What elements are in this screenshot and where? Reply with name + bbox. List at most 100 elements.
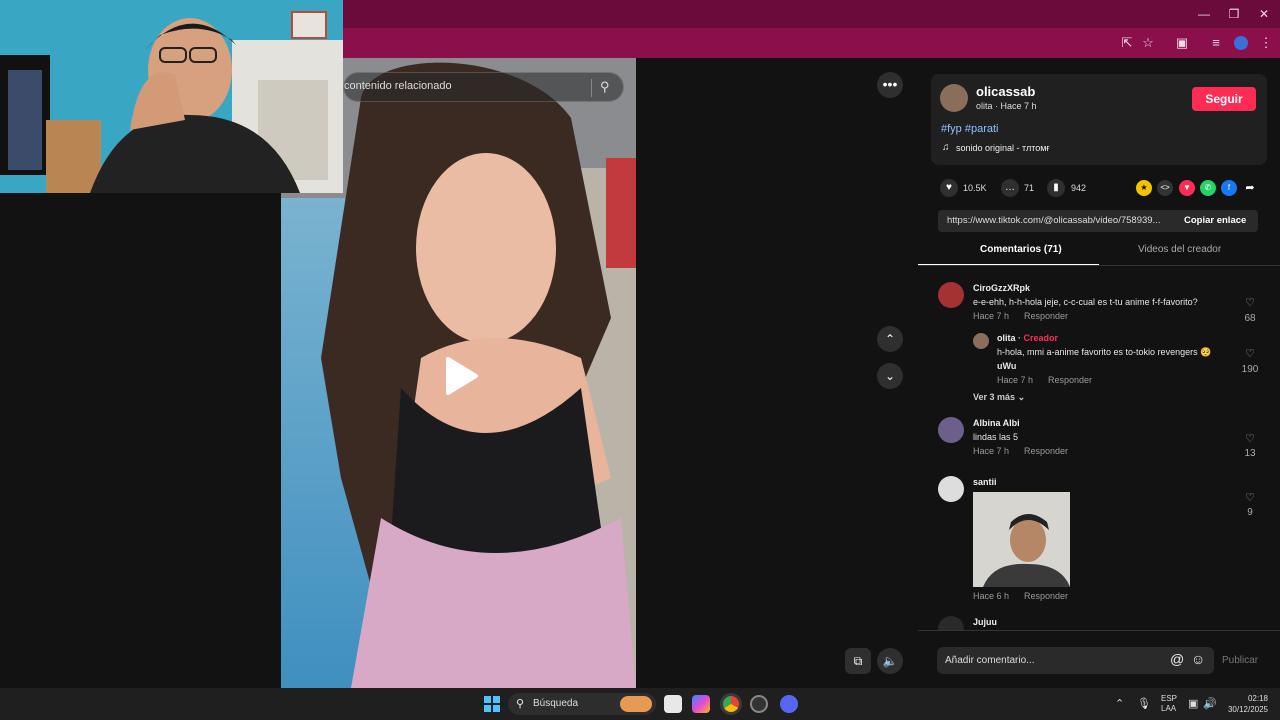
follow-button[interactable]: Seguir	[1192, 87, 1256, 111]
network-icon[interactable]: ▣	[1188, 697, 1198, 710]
comment-avatar[interactable]	[938, 417, 964, 443]
hashtags[interactable]: #fyp #parati	[941, 123, 998, 135]
taskbar-search-label[interactable]: Búsqueda	[533, 698, 578, 709]
share-arrow-icon[interactable]: ➦	[1242, 180, 1258, 196]
facebook-icon[interactable]: f	[1221, 180, 1237, 196]
extensions-icon[interactable]: ▣	[1172, 33, 1192, 53]
reply-reply-button[interactable]: Responder	[1048, 375, 1092, 385]
restore-icon[interactable]: ❐	[1225, 6, 1243, 22]
creator-badge: Creador	[1023, 333, 1059, 343]
minimize-icon[interactable]: —	[1195, 6, 1213, 22]
bookmark-icon[interactable]: ▮	[1047, 179, 1065, 197]
reply-button[interactable]: Responder	[1024, 446, 1068, 456]
embed-code-icon[interactable]: <>	[1157, 180, 1173, 196]
copy-link-button[interactable]: Copiar enlace	[1184, 215, 1246, 226]
emoji-icon[interactable]: ☺	[1191, 651, 1205, 667]
comment-text: e-e-ehh, h-h-hola jeje, c-c-cual es t-tu…	[973, 297, 1198, 307]
speaker-icon[interactable]: 🔊	[1203, 697, 1217, 710]
comment-like-count: 68	[1244, 313, 1256, 324]
comment-like-icon[interactable]: ♡	[1240, 432, 1260, 445]
tab-creator-videos[interactable]: Videos del creador	[1138, 244, 1221, 255]
sound-name[interactable]: sonido original - тлтомғ	[956, 143, 1050, 153]
reply-like-icon[interactable]: ♡	[1240, 347, 1260, 360]
webcam-image	[0, 0, 343, 193]
reply-user[interactable]: olita	[997, 333, 1016, 343]
media-control-icon[interactable]: ≡	[1206, 33, 1226, 53]
reply-text-line1: h-hola, mmi a-anime favorito es to-tokio…	[997, 347, 1212, 357]
author-subline: olita · Hace 7 h	[976, 101, 1037, 111]
send-to-friends-icon[interactable]: ▼	[1179, 180, 1195, 196]
comment-avatar[interactable]	[938, 282, 964, 308]
clock[interactable]: 02:18 30/12/2025	[1226, 693, 1268, 715]
save-count: 942	[1071, 183, 1087, 193]
related-search-input[interactable]: contenido relacionado	[344, 80, 452, 92]
comment-count: 71	[1024, 183, 1035, 193]
comment-username[interactable]: CiroGzzXRpk	[973, 283, 1030, 293]
comment-like-count: 13	[1244, 448, 1256, 459]
next-video-chevron-down-icon[interactable]: ⌄	[877, 363, 903, 389]
copilot-icon[interactable]	[692, 695, 710, 713]
comment-username[interactable]: santii	[973, 477, 997, 487]
comment-username[interactable]: Albina Albi	[973, 418, 1020, 428]
input-divider	[918, 630, 1280, 631]
comment-time: Hace 7 h	[973, 311, 1010, 321]
clock-time: 02:18	[1247, 694, 1268, 703]
repost-icon[interactable]: ★	[1136, 180, 1152, 196]
language-indicator[interactable]: ESP LAA	[1161, 694, 1177, 714]
reply-username[interactable]: olita · Creador	[997, 333, 1058, 343]
chevron-down-icon: ⌄	[1017, 392, 1026, 402]
comment-bubble-icon[interactable]: …	[1001, 179, 1019, 197]
comment-username[interactable]: Jujuu	[973, 617, 997, 629]
play-icon[interactable]	[442, 355, 480, 397]
more-options-icon[interactable]: •••	[877, 72, 903, 98]
discord-icon[interactable]	[780, 695, 798, 713]
previous-video-chevron-up-icon[interactable]: ⌃	[877, 326, 903, 352]
like-heart-icon[interactable]: ♥	[940, 179, 958, 197]
author-avatar[interactable]	[940, 84, 968, 112]
microphone-icon[interactable]: 🎙	[1137, 697, 1151, 710]
comment-text: lindas las 5	[973, 432, 1019, 442]
task-view-icon[interactable]	[664, 695, 682, 713]
search-icon[interactable]: ⚲	[600, 79, 610, 95]
reply-avatar[interactable]	[973, 333, 989, 349]
reply-button[interactable]: Responder	[1024, 311, 1068, 321]
related-search-bar[interactable]: contenido relacionado ⚲	[343, 72, 624, 102]
view-more-replies[interactable]: Ver 3 más ⌄	[973, 392, 1025, 403]
browser-menu-icon[interactable]: ⋮	[1256, 33, 1276, 53]
picture-in-picture-icon[interactable]: ⧉	[845, 648, 871, 674]
mention-icon[interactable]: @	[1170, 651, 1184, 667]
reply-button[interactable]: Responder	[1024, 591, 1068, 601]
reply-like-count: 190	[1241, 364, 1259, 375]
view-more-label[interactable]: Ver 3 más	[973, 392, 1015, 402]
comment-avatar[interactable]	[938, 476, 964, 502]
profile-avatar-icon[interactable]	[1231, 33, 1251, 53]
tray-chevron-up-icon[interactable]: ⌃	[1115, 697, 1124, 710]
volume-icon[interactable]: 🔈	[877, 648, 903, 674]
taskbar-search[interactable]: ⚲ Búsqueda	[508, 693, 656, 715]
language-line2: LAA	[1161, 704, 1177, 713]
author-username[interactable]: olicassab	[976, 84, 1035, 99]
clock-date: 30/12/2025	[1227, 705, 1268, 714]
clock-app-icon[interactable]	[750, 695, 768, 713]
comment-like-icon[interactable]: ♡	[1240, 491, 1260, 504]
comment-image[interactable]	[973, 492, 1070, 587]
music-note-icon: ♫	[942, 142, 950, 153]
whatsapp-icon[interactable]: ✆	[1200, 180, 1216, 196]
comment-like-icon[interactable]: ♡	[1240, 296, 1260, 309]
comment-input[interactable]: Añadir comentario...	[945, 655, 1035, 666]
language-line1: ESP	[1161, 694, 1178, 703]
search-icon: ⚲	[516, 698, 525, 710]
comment-input-box[interactable]: Añadir comentario... @ ☺	[937, 647, 1214, 674]
tab-comments[interactable]: Comentarios (71)	[980, 244, 1062, 255]
link-box: https://www.tiktok.com/@olicassab/video/…	[938, 210, 1258, 232]
bookmark-star-icon[interactable]: ☆	[1138, 33, 1158, 53]
webcam-overlay	[0, 0, 343, 193]
comment-photo	[973, 492, 1070, 587]
windows-start-icon[interactable]	[484, 696, 500, 712]
chrome-active-app[interactable]	[720, 693, 742, 715]
publish-button[interactable]: Publicar	[1222, 655, 1258, 666]
search-divider	[591, 79, 592, 97]
like-count: 10.5K	[963, 183, 987, 193]
close-icon[interactable]: ✕	[1255, 6, 1273, 22]
install-app-icon[interactable]: ⇱	[1117, 33, 1137, 53]
